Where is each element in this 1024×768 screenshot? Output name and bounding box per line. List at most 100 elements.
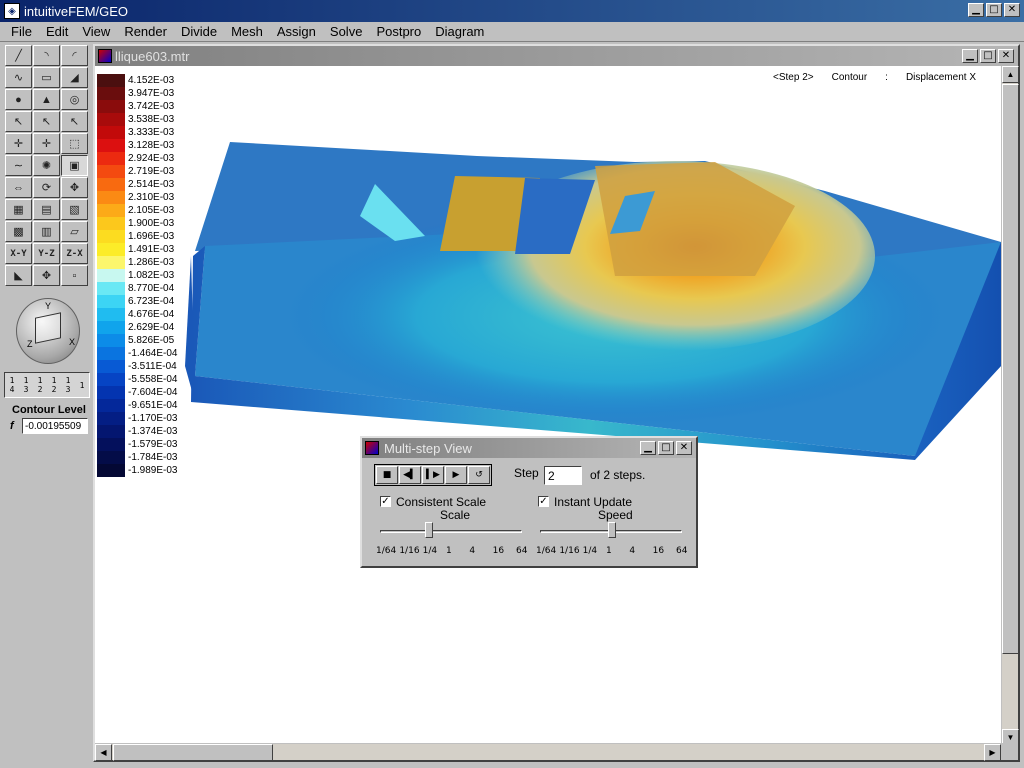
- stack-tool-icon[interactable]: ▥: [33, 221, 60, 242]
- spline-tool-icon[interactable]: ∿: [5, 67, 32, 88]
- gear-tool-icon[interactable]: ✺: [33, 155, 60, 176]
- scale-label: Scale: [440, 508, 471, 522]
- model-viewport[interactable]: <Step 2> Contour : Displacement X 4.152E…: [95, 66, 1001, 746]
- level-frac: 13: [23, 376, 29, 394]
- perspective-tool-icon[interactable]: ◣: [5, 265, 32, 286]
- app-titlebar[interactable]: ◈ intuitiveFEM/GEO ▁ □ ✕: [0, 0, 1024, 22]
- doc-close-button[interactable]: ✕: [998, 49, 1014, 63]
- cone-tool-icon[interactable]: ▲: [33, 89, 60, 110]
- menubar: File Edit View Render Divide Mesh Assign…: [0, 22, 1024, 42]
- scroll-left-button[interactable]: ◀: [95, 744, 112, 761]
- slider-tick-label: 4: [629, 546, 636, 556]
- menu-mesh[interactable]: Mesh: [224, 24, 270, 39]
- slider-tick-label: 1/4: [422, 546, 438, 556]
- loop-button[interactable]: ↺: [468, 466, 490, 484]
- consistent-scale-checkbox[interactable]: ✓: [380, 496, 391, 507]
- step-forward-button[interactable]: ▍▶: [422, 466, 444, 484]
- surface-tool-icon[interactable]: ◢: [61, 67, 88, 88]
- speed-slider[interactable]: [540, 522, 682, 544]
- step-input[interactable]: [544, 466, 582, 485]
- slider-tick-label: 64: [516, 546, 528, 556]
- horizontal-scroll-thumb[interactable]: [113, 744, 273, 761]
- doc-maximize-button[interactable]: □: [980, 49, 996, 63]
- dialog-close-button[interactable]: ✕: [676, 441, 692, 455]
- menu-divide[interactable]: Divide: [174, 24, 224, 39]
- menu-assign[interactable]: Assign: [270, 24, 323, 39]
- document-icon[interactable]: [98, 49, 112, 63]
- minimize-button[interactable]: ▁: [968, 3, 984, 17]
- maximize-button[interactable]: □: [986, 3, 1002, 17]
- select-edge-tool-icon[interactable]: ↖: [33, 111, 60, 132]
- cube-front-tool-icon[interactable]: ▦: [5, 199, 32, 220]
- level-frac: 1: [79, 380, 85, 390]
- contour-level-input[interactable]: [22, 418, 88, 434]
- contour-level-slider[interactable]: 14 13 12 12 13 1: [4, 372, 90, 398]
- view-zx-button[interactable]: Z-X: [61, 243, 88, 264]
- slider-tick-label: 1: [446, 546, 452, 556]
- stop-button[interactable]: ■: [376, 466, 398, 484]
- dialog-icon[interactable]: [365, 441, 379, 455]
- close-button[interactable]: ✕: [1004, 3, 1020, 17]
- speed-label: Speed: [598, 508, 633, 522]
- step-back-button[interactable]: ◀▍: [399, 466, 421, 484]
- slider-tick-label: 1/16: [559, 546, 580, 556]
- select-point-tool-icon[interactable]: ✛: [5, 133, 32, 154]
- scale-slider-knob[interactable]: [424, 522, 433, 538]
- app-icon[interactable]: ◈: [4, 3, 20, 19]
- instant-update-checkbox[interactable]: ✓: [538, 496, 549, 507]
- menu-file[interactable]: File: [4, 24, 39, 39]
- app-title: intuitiveFEM/GEO: [24, 3, 129, 19]
- sphere-tool-icon[interactable]: ●: [5, 89, 32, 110]
- select-solid-tool-icon[interactable]: ✛: [33, 133, 60, 154]
- dialog-titlebar[interactable]: Multi-step View ▁ □ ✕: [362, 438, 696, 458]
- line-tool-icon[interactable]: ╱: [5, 45, 32, 66]
- window-select-tool-icon[interactable]: ▣: [61, 155, 88, 176]
- menu-postpro[interactable]: Postpro: [369, 24, 428, 39]
- dialog-title: Multi-step View: [384, 440, 472, 456]
- scroll-right-button[interactable]: ▶: [984, 744, 1001, 761]
- point-tool-icon[interactable]: ▫: [61, 265, 88, 286]
- scale-slider[interactable]: [380, 522, 522, 544]
- menu-render[interactable]: Render: [117, 24, 174, 39]
- menu-solve[interactable]: Solve: [323, 24, 370, 39]
- rotate-tool-icon[interactable]: ⟳: [33, 177, 60, 198]
- menu-view[interactable]: View: [75, 24, 117, 39]
- menu-edit[interactable]: Edit: [39, 24, 75, 39]
- torus-tool-icon[interactable]: ◎: [61, 89, 88, 110]
- arc2-tool-icon[interactable]: ◜: [61, 45, 88, 66]
- horizontal-scrollbar[interactable]: ◀ ▶: [95, 743, 1001, 761]
- speed-slider-knob[interactable]: [608, 522, 616, 538]
- layer-tool-icon[interactable]: ▩: [5, 221, 32, 242]
- rectangle-tool-icon[interactable]: ▭: [33, 67, 60, 88]
- doc-minimize-button[interactable]: ▁: [962, 49, 978, 63]
- view-rotation-ball[interactable]: Y X Z: [16, 298, 80, 364]
- speed-tick-labels: 1/64 1/16 1/4 1 4 16 64: [536, 546, 687, 558]
- level-frac: 12: [37, 376, 43, 394]
- cube-iso-tool-icon[interactable]: ▤: [33, 199, 60, 220]
- arc-tool-icon[interactable]: ◝: [33, 45, 60, 66]
- wave-tool-icon[interactable]: ∼: [5, 155, 32, 176]
- move-tool-icon[interactable]: ✥: [61, 177, 88, 198]
- select-face-tool-icon[interactable]: ↖: [61, 111, 88, 132]
- scroll-corner: [1001, 743, 1018, 760]
- flat-tool-icon[interactable]: ▱: [61, 221, 88, 242]
- select-box-tool-icon[interactable]: ⬚: [61, 133, 88, 154]
- playback-controls: ■ ◀▍ ▍▶ ▶ ↺: [374, 464, 492, 486]
- dialog-minimize-button[interactable]: ▁: [640, 441, 656, 455]
- vertical-scrollbar[interactable]: ▲ ▼: [1001, 66, 1019, 746]
- view-yz-button[interactable]: Y-Z: [33, 243, 60, 264]
- play-button[interactable]: ▶: [445, 466, 467, 484]
- translate-tool-icon[interactable]: ⇔: [5, 177, 32, 198]
- select-tool-icon[interactable]: ↖: [5, 111, 32, 132]
- tool-grid: ╱ ◝ ◜ ∿ ▭ ◢ ● ▲ ◎ ↖ ↖ ↖ ✛ ✛ ⬚ ∼ ✺ ▣ ⇔ ⟳ …: [4, 44, 90, 287]
- scroll-up-button[interactable]: ▲: [1002, 66, 1019, 83]
- scale-tick-labels: 1/64 1/16 1/4 1 4 16 64: [376, 546, 528, 558]
- dialog-maximize-button[interactable]: □: [658, 441, 674, 455]
- pan-tool-icon[interactable]: ✥: [33, 265, 60, 286]
- document-titlebar[interactable]: llique603.mtr ▁ □ ✕: [95, 46, 1018, 66]
- slider-tick-label: 16: [652, 546, 665, 556]
- cube-side-tool-icon[interactable]: ▧: [61, 199, 88, 220]
- menu-diagram[interactable]: Diagram: [428, 24, 491, 39]
- vertical-scroll-thumb[interactable]: [1002, 84, 1019, 654]
- view-xy-button[interactable]: X-Y: [5, 243, 32, 264]
